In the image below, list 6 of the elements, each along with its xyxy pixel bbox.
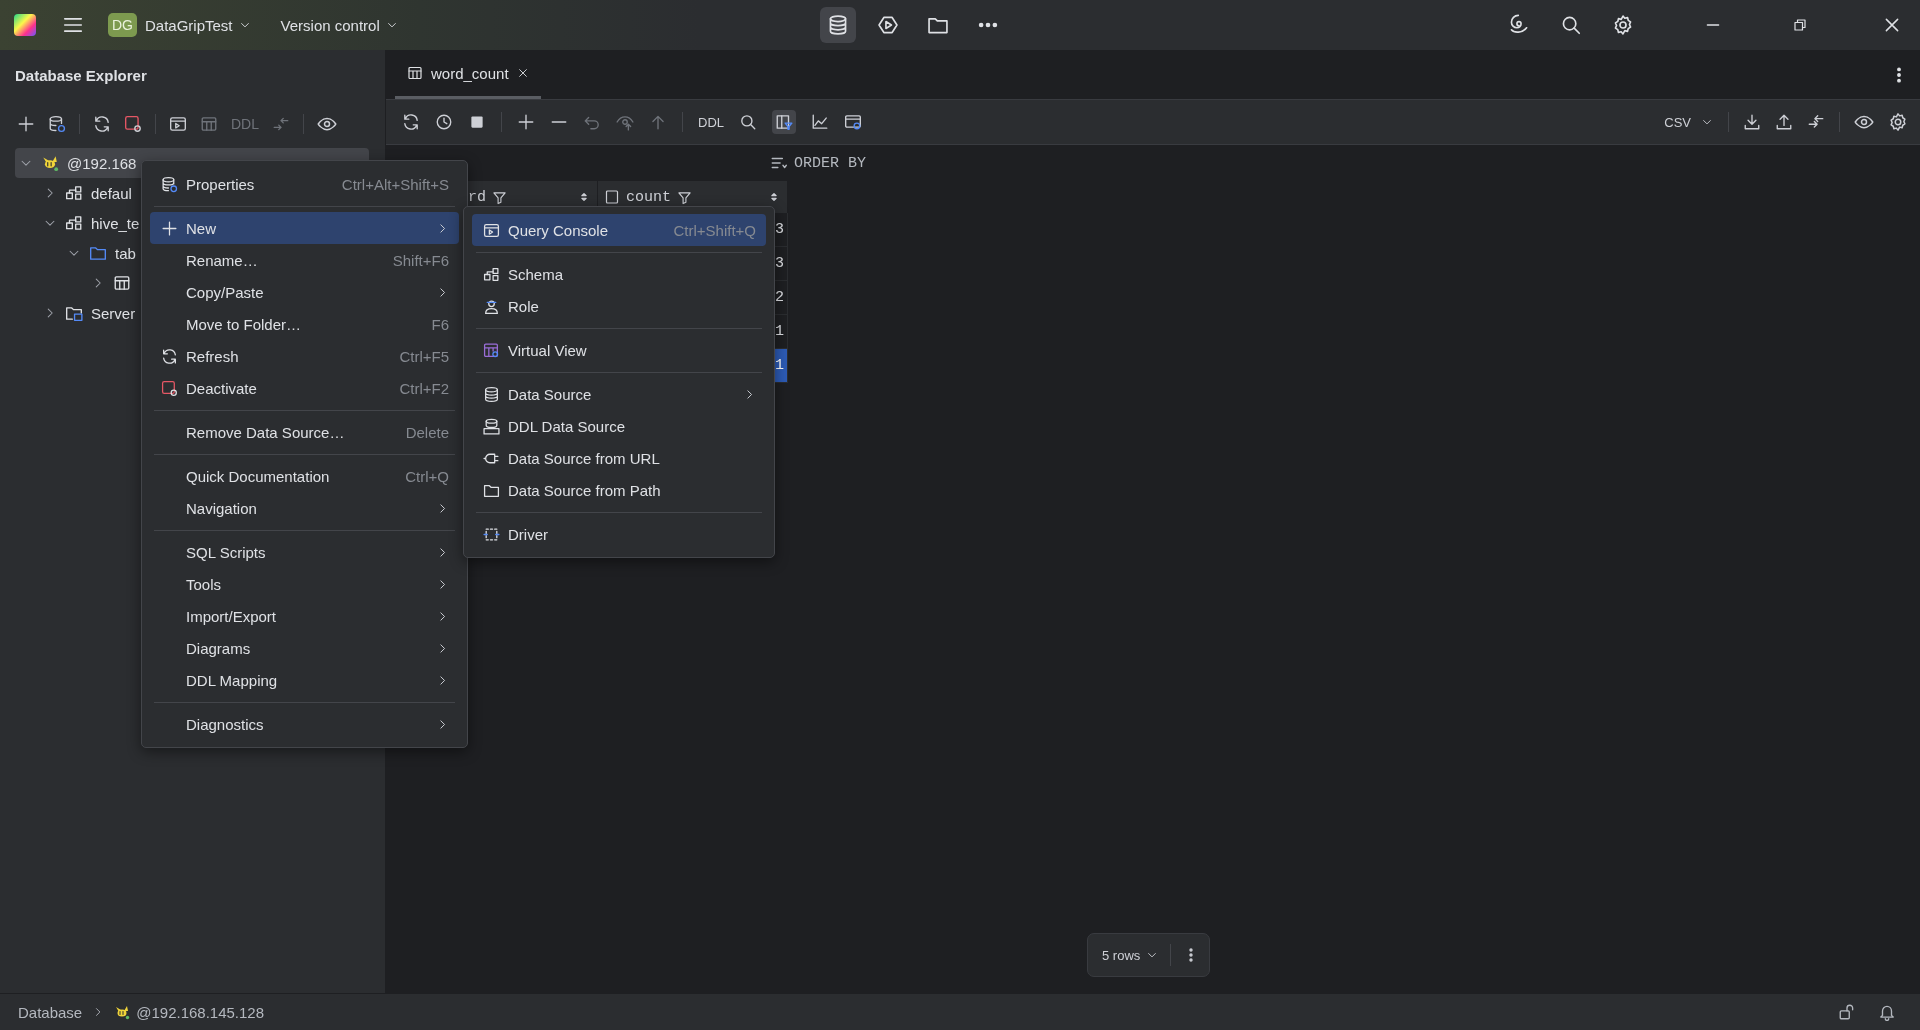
table-cell-text: 2 bbox=[774, 288, 785, 308]
table-cell-text: 3 bbox=[774, 220, 785, 240]
table-cell-text: 3 bbox=[774, 254, 785, 274]
project-badge: DG bbox=[108, 13, 137, 37]
table-cell-text: 1 bbox=[774, 322, 785, 342]
panel-title: Database Explorer bbox=[14, 65, 148, 86]
